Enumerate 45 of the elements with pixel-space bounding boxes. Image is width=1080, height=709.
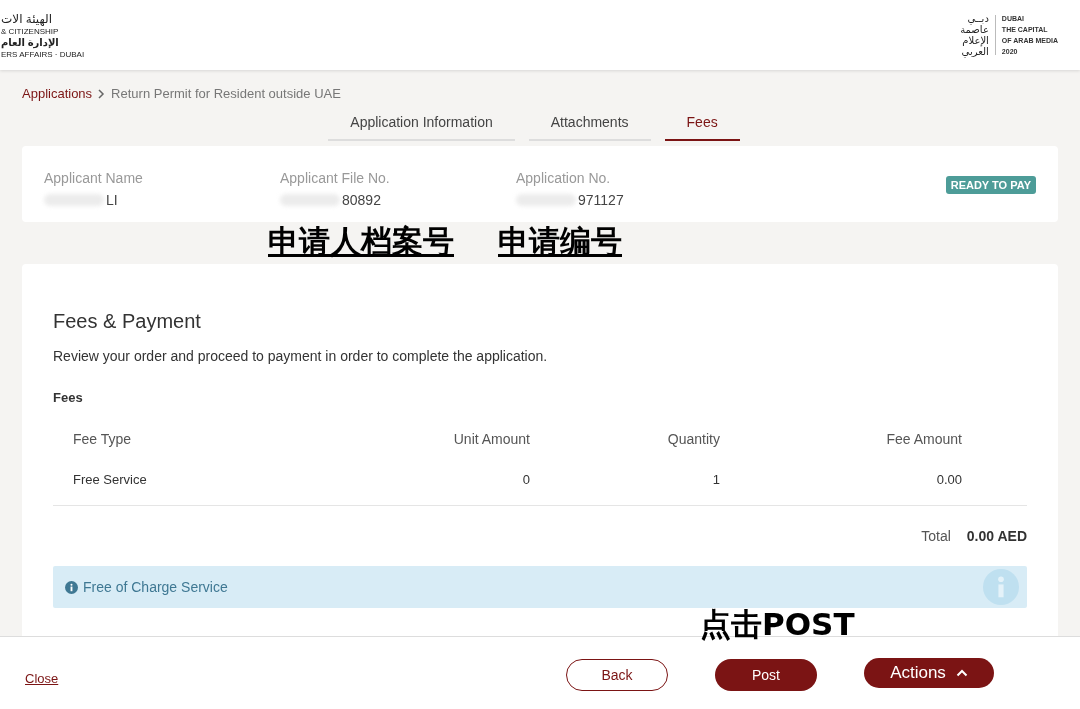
section-title: Fees & Payment (53, 310, 202, 333)
logo-text: عاصمة (960, 24, 989, 35)
total-label: Total (921, 528, 951, 544)
description-text: Review your order and proceed to payment in order to complete the application. (53, 348, 549, 364)
field-label: Application No. (516, 170, 612, 186)
chevron-icon (98, 88, 106, 99)
field-label: Applicant Name (44, 170, 144, 186)
tab[interactable]: Attachments (528, 114, 651, 141)
logo-text: الإعلام (962, 35, 989, 46)
table-cell-text: 0 (521, 471, 530, 487)
action-button[interactable]: Post (715, 659, 817, 691)
caret-icon (955, 669, 968, 677)
action-button[interactable]: Back (566, 659, 668, 691)
logo-text: دبــي (967, 13, 989, 24)
logo-text: & CITIZENSHIP (1, 27, 59, 38)
annotation-label: 申请编号 (498, 222, 622, 261)
logo-text: الإدارة العام (1, 37, 59, 50)
column-header: Fee Amount (885, 431, 962, 447)
field-value: 80892 (342, 192, 381, 208)
table-cell-text: 0.00 (935, 471, 962, 487)
table-cell-text: 1 (711, 471, 720, 487)
actions-button[interactable]: Actions (864, 658, 994, 688)
column-header: Fee Type (73, 431, 133, 447)
field-value: LI (106, 192, 118, 208)
column-header: Quantity (666, 431, 720, 447)
close-link[interactable]: Close (25, 670, 59, 686)
info-icon (65, 580, 78, 594)
field-label: Applicant File No. (280, 170, 391, 186)
tab[interactable]: Application Information (328, 114, 515, 141)
logo-text: الهيئة الات (1, 12, 52, 28)
breadcrumb-link[interactable]: Applications (22, 86, 93, 101)
annotation-label: 点击POST (700, 605, 855, 643)
column-header: Unit Amount (452, 431, 530, 447)
subsection-title: Fees (53, 390, 84, 405)
field-value: 971127 (578, 192, 624, 208)
breadcrumb-current: Return Permit for Resident outside UAE (111, 86, 341, 101)
logo-text: العربي (961, 46, 989, 57)
annotation-label: 申请人档案号 (268, 222, 454, 261)
total-value: 0.00 AED (966, 528, 1027, 544)
notice-text: Free of Charge Service (83, 579, 228, 595)
info-icon (983, 569, 1019, 605)
logo-text: ERS AFFAIRS · DUBAI (1, 49, 85, 60)
table-cell-text: Free Service (73, 471, 148, 487)
tab[interactable]: Fees (664, 114, 740, 141)
status-badge: READY TO PAY (945, 176, 1036, 194)
